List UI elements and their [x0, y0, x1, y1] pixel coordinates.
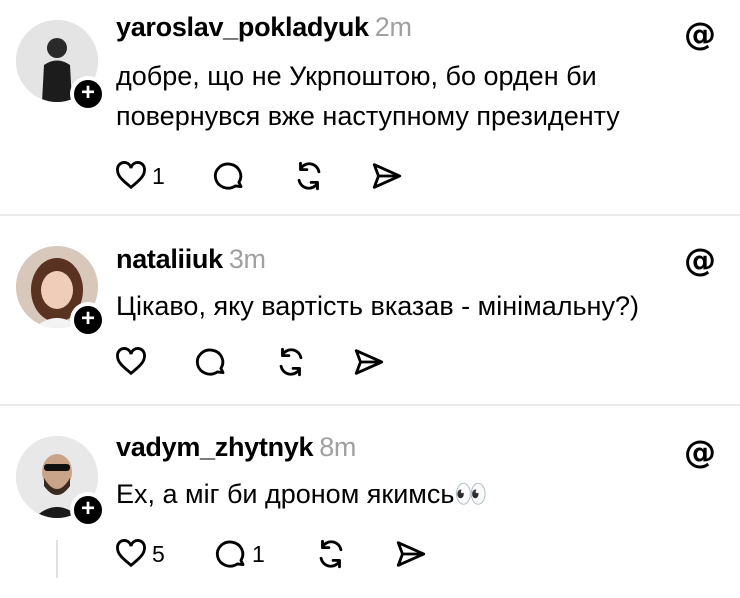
- heart-icon: [116, 347, 146, 376]
- post-text: Ех, а міг би дроном якимсь👀: [116, 479, 489, 509]
- heart-icon: [116, 539, 146, 568]
- post-1: + yaroslav_pokladyuk 2m добре, що не Укрп…: [0, 0, 740, 214]
- like-button[interactable]: 5: [114, 534, 165, 574]
- like-button[interactable]: [114, 342, 152, 382]
- timestamp: 3m: [228, 244, 266, 274]
- like-count: 1: [152, 162, 165, 189]
- reply-button[interactable]: [212, 156, 246, 196]
- follow-button[interactable]: +: [70, 302, 106, 338]
- username[interactable]: yaroslav_pokladyuk 2m: [116, 12, 412, 43]
- heart-icon: [116, 161, 146, 190]
- reply-button[interactable]: [194, 342, 228, 382]
- timestamp: 2m: [374, 12, 412, 42]
- follow-button[interactable]: +: [70, 492, 106, 528]
- username-text[interactable]: vadym_zhytnyk: [116, 432, 314, 462]
- send-icon: [354, 349, 384, 375]
- username-text[interactable]: nataliiuk: [116, 244, 223, 274]
- comment-icon: [215, 540, 245, 568]
- like-count: 5: [152, 540, 165, 567]
- repost-icon: [297, 161, 321, 191]
- svg-text:@: @: [684, 241, 716, 279]
- repost-icon: [279, 347, 303, 377]
- username[interactable]: nataliiuk 3m: [116, 244, 266, 275]
- repost-icon: [319, 539, 343, 569]
- threads-logo-icon: @: [680, 14, 720, 54]
- like-button[interactable]: 1: [114, 156, 165, 196]
- reply-count: 1: [252, 540, 265, 567]
- repost-button[interactable]: [292, 156, 326, 196]
- share-button[interactable]: [394, 534, 428, 574]
- svg-text:@: @: [684, 433, 716, 471]
- share-button[interactable]: [352, 342, 386, 382]
- timestamp: 8m: [319, 432, 357, 462]
- comment-icon: [213, 162, 243, 190]
- svg-text:@: @: [684, 15, 716, 53]
- username[interactable]: vadym_zhytnyk 8m: [116, 432, 356, 463]
- post-text: добре, що не Укрпоштою, бо орден би пове…: [116, 61, 620, 131]
- username-text[interactable]: yaroslav_pokladyuk: [116, 12, 369, 42]
- repost-button[interactable]: [274, 342, 308, 382]
- share-button[interactable]: [370, 156, 404, 196]
- threads-logo-icon: @: [680, 432, 720, 472]
- avatar-wrap[interactable]: +: [16, 20, 106, 112]
- post-3: + vadym_zhytnyk 8m Ех, а міг би дроном як…: [0, 406, 740, 598]
- comment-icon: [195, 348, 225, 376]
- repost-button[interactable]: [314, 534, 348, 574]
- post-text: Цікаво, яку вартість вказав - мінімальну…: [116, 291, 639, 321]
- send-icon: [372, 163, 402, 189]
- post-2: + nataliiuk 3m Цікаво, яку вартість вказа…: [0, 216, 740, 402]
- thread-line: [56, 540, 58, 578]
- threads-logo-icon: @: [680, 240, 720, 280]
- reply-button[interactable]: 1: [214, 534, 265, 574]
- avatar-wrap[interactable]: +: [16, 246, 106, 338]
- send-icon: [396, 541, 426, 567]
- avatar-wrap[interactable]: +: [16, 436, 106, 528]
- follow-button[interactable]: +: [70, 76, 106, 112]
